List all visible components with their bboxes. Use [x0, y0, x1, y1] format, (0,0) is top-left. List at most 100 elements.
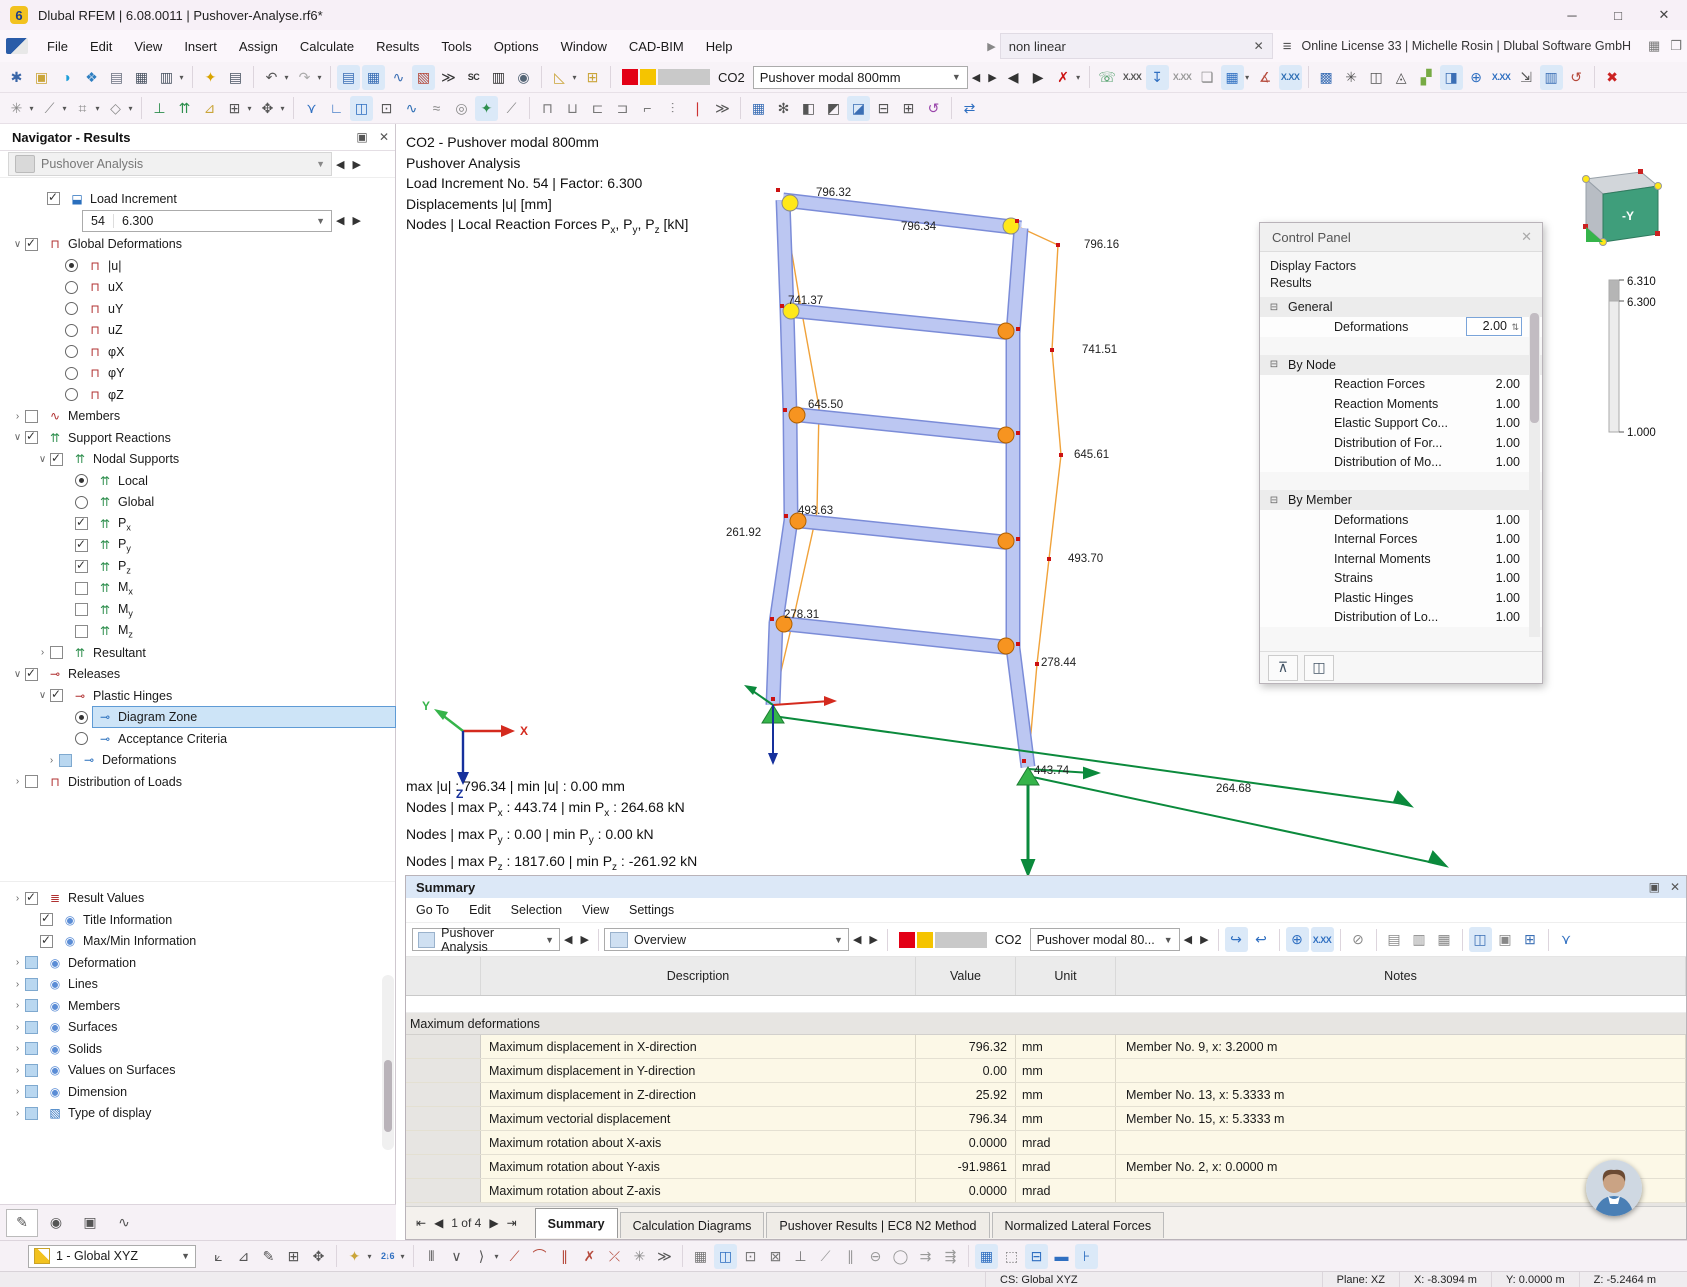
- delete-dropdown-icon[interactable]: ▾: [1074, 65, 1083, 90]
- result-grid-icon[interactable]: ▦: [1220, 64, 1244, 90]
- factor-value[interactable]: 1.00: [1468, 416, 1524, 430]
- reset-view-icon[interactable]: ↺: [1565, 65, 1588, 90]
- support-display-icon[interactable]: ⊥: [789, 1244, 812, 1269]
- arc-snap-icon[interactable]: ⌒: [528, 1244, 551, 1269]
- nav-item-deformation[interactable]: › ◉ Deformation: [0, 952, 395, 974]
- deformed-icon[interactable]: ∿: [400, 96, 423, 121]
- solid-dd-icon[interactable]: ▾: [126, 96, 135, 121]
- select-special-icon[interactable]: ◺: [548, 65, 571, 90]
- nav-item-phiy[interactable]: ⊓ φY: [0, 363, 395, 385]
- section-collapse-icon[interactable]: [1268, 514, 1280, 526]
- tree-checkbox[interactable]: [75, 515, 88, 531]
- edit-icon[interactable]: ✎: [257, 1244, 280, 1269]
- nav-item-resultant[interactable]: › ⇈ Resultant: [0, 642, 395, 664]
- refresh-icon[interactable]: ↺: [922, 96, 945, 121]
- factor-value[interactable]: 2.00: [1466, 317, 1522, 337]
- help-panel-icon[interactable]: ▦: [1648, 38, 1660, 54]
- outline-display-icon[interactable]: ⬚: [1000, 1244, 1023, 1269]
- node-tool-icon[interactable]: ✳: [5, 96, 28, 121]
- numbering-icon[interactable]: 2↓6: [376, 1244, 399, 1269]
- tree-checkbox[interactable]: [25, 429, 38, 445]
- menu-item[interactable]: File: [36, 30, 79, 62]
- factor-value[interactable]: 2.00: [1468, 377, 1524, 391]
- tree-checkbox[interactable]: [25, 1063, 38, 1077]
- filter-table-icon[interactable]: ⋎: [1555, 927, 1578, 952]
- factor-value[interactable]: 1.00: [1468, 455, 1524, 469]
- table-view-icon[interactable]: ▦: [747, 96, 770, 121]
- sync-selection-icon[interactable]: ↪: [1224, 927, 1248, 952]
- summary-loadcase-combo[interactable]: Pushover modal 80... ▼: [1029, 928, 1180, 951]
- tree-checkbox[interactable]: [25, 666, 38, 681]
- support-tool-icon[interactable]: ⊥: [148, 96, 171, 121]
- section-collapse-icon[interactable]: [1268, 572, 1280, 584]
- expander-icon[interactable]: ›: [10, 1086, 25, 1097]
- views-icon[interactable]: ◫: [1365, 65, 1388, 90]
- printout-report-icon[interactable]: ▤: [224, 65, 247, 90]
- decimals-icon[interactable]: X.XX: [1310, 927, 1334, 952]
- line-snap-icon[interactable]: ⟋: [503, 1244, 526, 1269]
- table-settings-icon[interactable]: ▣: [1494, 927, 1517, 952]
- panel-toggle-icon[interactable]: ◨: [1439, 64, 1463, 90]
- align-left-icon[interactable]: ⊏: [586, 96, 609, 121]
- tables-icon[interactable]: ▤: [337, 64, 360, 90]
- table-row[interactable]: Maximum rotation about X-axis 0.0000 mra…: [406, 1131, 1686, 1155]
- menu-item[interactable]: Edit: [79, 30, 123, 62]
- node-snap-icon[interactable]: ✳: [628, 1244, 651, 1269]
- factor-value[interactable]: 1.00: [1468, 513, 1524, 527]
- view-direction-icon[interactable]: ◫: [350, 95, 373, 121]
- control-panel-close-icon[interactable]: ✕: [1521, 229, 1542, 245]
- factor-value[interactable]: 1.00: [1468, 610, 1524, 624]
- nav-item-mz[interactable]: ⇈ Mz: [0, 621, 395, 643]
- numbering-dd-icon[interactable]: ▾: [398, 1244, 407, 1269]
- load-tool-icon[interactable]: ⇈: [173, 96, 196, 121]
- export-csv-icon[interactable]: ▥: [1408, 927, 1431, 952]
- section-collapse-icon[interactable]: ⊟: [1268, 359, 1280, 371]
- redo-icon[interactable]: ↷: [293, 65, 316, 90]
- cp-row-plastic-hinges[interactable]: Plastic Hinges 1.00 ◄: [1260, 588, 1542, 608]
- rotate-icon[interactable]: ⌐: [636, 96, 659, 121]
- views-tab-icon[interactable]: ◉: [40, 1209, 72, 1237]
- pager-first-icon[interactable]: ⇤: [416, 1216, 426, 1230]
- console-icon[interactable]: ≫: [437, 65, 460, 90]
- section-collapse-icon[interactable]: ⊟: [1268, 494, 1280, 506]
- section-collapse-icon[interactable]: [1268, 378, 1280, 390]
- line-dd-icon[interactable]: ▾: [60, 96, 69, 121]
- database-icon[interactable]: ⊞: [1519, 927, 1542, 952]
- summary-next-icon[interactable]: ▶: [580, 933, 588, 946]
- nav-item-acceptance-criteria[interactable]: ⊸ Acceptance Criteria: [0, 728, 395, 750]
- cp-row-reaction-moments[interactable]: Reaction Moments 1.00: [1260, 394, 1542, 414]
- close-panel-icon[interactable]: ✕: [373, 130, 395, 144]
- tree-checkbox[interactable]: [25, 890, 38, 905]
- expander-icon[interactable]: ›: [10, 979, 25, 990]
- delete-results-icon[interactable]: ✗: [1052, 65, 1075, 90]
- export-table-icon[interactable]: ▤: [1383, 927, 1406, 952]
- cp-section-general[interactable]: ⊟ General: [1260, 297, 1542, 317]
- nav-item-lines[interactable]: › ◉ Lines: [0, 974, 395, 996]
- tree-checkbox[interactable]: [40, 911, 53, 927]
- scales-icon[interactable]: ⊼: [1268, 654, 1298, 681]
- tree-checkbox[interactable]: [25, 999, 38, 1013]
- tree-checkbox[interactable]: [65, 366, 78, 380]
- tree-checkbox[interactable]: [25, 1020, 38, 1034]
- snap-point-icon[interactable]: ✦: [343, 1244, 366, 1269]
- render-mode-icon[interactable]: ◪: [847, 95, 870, 121]
- navigator-scrollbar-thumb[interactable]: [384, 1060, 392, 1132]
- open-model-icon[interactable]: ▣: [30, 65, 53, 90]
- undo-dropdown-icon[interactable]: ▾: [282, 65, 291, 90]
- bar-icon[interactable]: ▬: [1050, 1244, 1073, 1269]
- notes-icon[interactable]: ▥: [487, 65, 510, 90]
- factor-value[interactable]: 1.00: [1468, 591, 1524, 605]
- snap-icon[interactable]: ✦: [475, 95, 498, 121]
- factor-value[interactable]: 1.00: [1468, 532, 1524, 546]
- coordinate-system-combo[interactable]: 1 - Global XYZ ▼: [28, 1244, 196, 1268]
- chart-toggle-icon[interactable]: ◫: [1468, 927, 1492, 952]
- table-row[interactable]: Maximum displacement in Y-direction 0.00…: [406, 1059, 1686, 1083]
- expander-icon[interactable]: ∨: [10, 669, 25, 680]
- float-panel-icon[interactable]: ▣: [1649, 880, 1660, 894]
- mesh-icon[interactable]: ◬: [1390, 65, 1413, 90]
- nav-item-members2[interactable]: › ◉ Members: [0, 995, 395, 1017]
- next-case-icon[interactable]: ▶: [1027, 65, 1050, 90]
- expander-icon[interactable]: ›: [10, 1043, 25, 1054]
- result-diagram-icon[interactable]: ∡: [1254, 65, 1277, 90]
- tree-checkbox[interactable]: [75, 710, 88, 724]
